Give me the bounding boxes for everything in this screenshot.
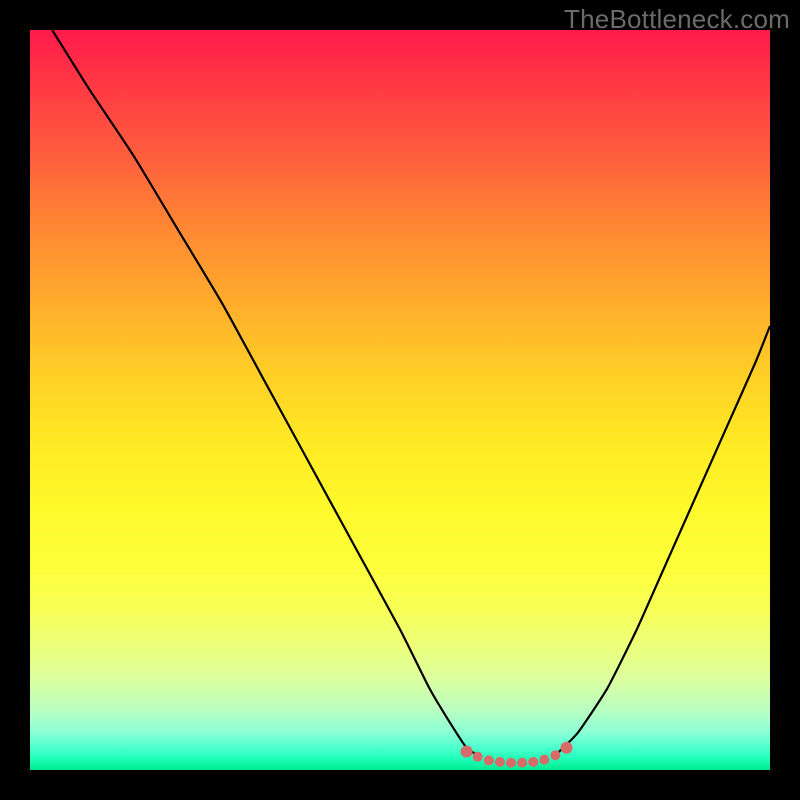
- valley-dot: [550, 750, 560, 760]
- valley-dot: [539, 755, 549, 765]
- right-curve: [555, 326, 770, 755]
- valley-dot: [484, 755, 494, 765]
- valley-dot: [561, 742, 573, 754]
- valley-dot: [461, 746, 473, 758]
- curve-layer: [30, 30, 770, 770]
- valley-dot-cluster: [461, 742, 573, 768]
- plot-gradient-background: [30, 30, 770, 770]
- valley-dot: [495, 757, 505, 767]
- valley-dot: [517, 758, 527, 768]
- valley-dot: [528, 757, 538, 767]
- watermark-text: TheBottleneck.com: [564, 4, 790, 35]
- chart-frame: TheBottleneck.com: [0, 0, 800, 800]
- left-curve: [52, 30, 478, 755]
- valley-dot: [506, 758, 516, 768]
- valley-dot: [473, 752, 483, 762]
